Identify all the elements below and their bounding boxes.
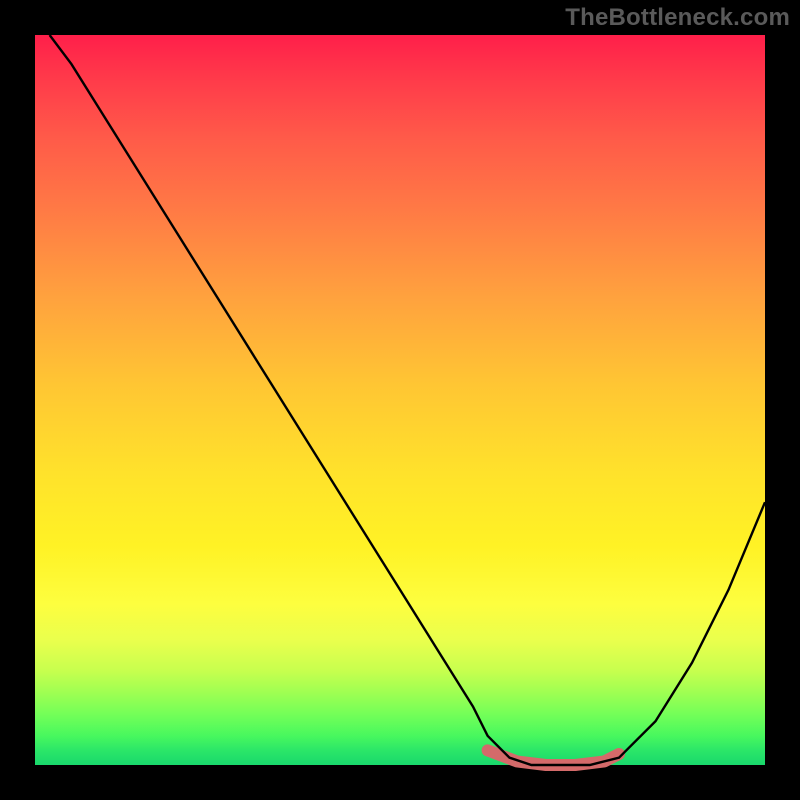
chart-frame: TheBottleneck.com (0, 0, 800, 800)
watermark-text: TheBottleneck.com (565, 4, 790, 32)
curve-overlay (35, 35, 765, 765)
bottleneck-curve-line (50, 35, 765, 765)
plot-area (35, 35, 765, 765)
